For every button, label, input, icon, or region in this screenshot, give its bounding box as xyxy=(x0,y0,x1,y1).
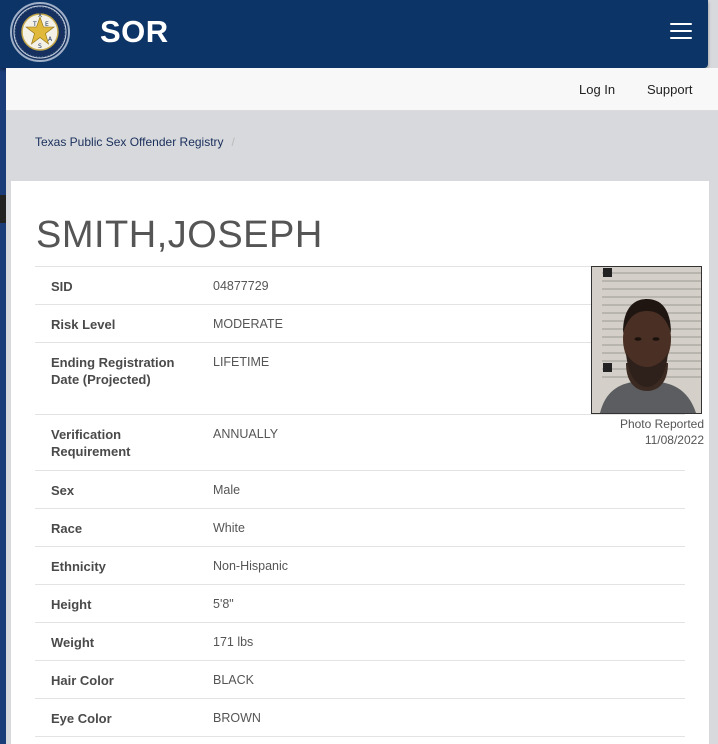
secondary-nav: Log In Support xyxy=(6,68,718,111)
detail-row-ethnicity: Ethnicity Non-Hispanic xyxy=(35,547,685,585)
left-edge-mark xyxy=(0,195,6,223)
photo-caption-date: 11/08/2022 xyxy=(644,433,704,447)
detail-label: SID xyxy=(51,279,73,294)
detail-value: BLACK xyxy=(213,673,254,687)
support-link[interactable]: Support xyxy=(647,82,693,97)
detail-row-sid: SID 04877729 xyxy=(35,267,685,305)
detail-value: ANNUALLY xyxy=(213,427,279,441)
login-link[interactable]: Log In xyxy=(579,82,615,97)
details-table: SID 04877729 Risk Level MODERATE Ending … xyxy=(35,266,685,737)
breadcrumb-separator: / xyxy=(231,135,235,149)
seal-letter: T xyxy=(32,21,37,28)
seal-graphic: T E X A S xyxy=(13,5,67,59)
seal-letter: S xyxy=(38,43,42,50)
offender-name: SMITH,JOSEPH xyxy=(36,214,323,256)
offender-card: SMITH,JOSEPH SID 04877729 Risk Level MOD… xyxy=(11,181,709,744)
detail-value: 04877729 xyxy=(213,279,269,293)
detail-row-sex: Sex Male xyxy=(35,471,685,509)
detail-value: MODERATE xyxy=(213,317,283,331)
breadcrumb: Texas Public Sex Offender Registry / xyxy=(35,135,235,149)
photo-caption: Photo Reported 11/08/2022 xyxy=(571,416,704,448)
detail-row-ending-registration: Ending Registration Date (Projected) LIF… xyxy=(35,343,685,415)
detail-value: Non-Hispanic xyxy=(213,559,289,573)
detail-label: Eye Color xyxy=(51,711,112,726)
detail-row-height: Height 5'8" xyxy=(35,585,685,623)
detail-row-weight: Weight 171 lbs xyxy=(35,623,685,661)
detail-label: Race xyxy=(51,521,83,536)
site-title[interactable]: SOR xyxy=(100,14,169,50)
seal-letter: X xyxy=(38,12,42,19)
detail-label: Ethnicity xyxy=(51,559,106,574)
detail-label: Sex xyxy=(51,483,75,498)
detail-label: Verification Requirement xyxy=(51,427,131,459)
detail-row-risk-level: Risk Level MODERATE xyxy=(35,305,685,343)
top-navbar: T E X A S SOR xyxy=(0,0,708,68)
detail-label: Height xyxy=(51,597,92,612)
detail-value: 171 lbs xyxy=(213,635,254,649)
detail-row-race: Race White xyxy=(35,509,685,547)
left-edge-strip xyxy=(0,0,6,744)
detail-label: Hair Color xyxy=(51,673,114,688)
detail-row-hair-color: Hair Color BLACK xyxy=(35,661,685,699)
detail-value: White xyxy=(213,521,245,535)
detail-value: BROWN xyxy=(213,711,261,725)
seal-letter: E xyxy=(45,21,49,28)
detail-label: Ending Registration Date (Projected) xyxy=(51,355,175,387)
photo-caption-title: Photo Reported xyxy=(619,417,704,431)
detail-label: Weight xyxy=(51,635,95,650)
breadcrumb-item[interactable]: Texas Public Sex Offender Registry xyxy=(35,135,224,149)
mugshot-graphic xyxy=(592,267,701,413)
detail-row-eye-color: Eye Color BROWN xyxy=(35,699,685,737)
mugshot-photo[interactable] xyxy=(591,266,702,414)
detail-value: LIFETIME xyxy=(213,355,270,369)
detail-label: Risk Level xyxy=(51,317,116,332)
detail-value: Male xyxy=(213,483,241,497)
hamburger-icon[interactable] xyxy=(670,23,692,41)
detail-value: 5'8" xyxy=(213,597,234,611)
dps-seal-logo[interactable]: T E X A S xyxy=(10,2,70,62)
